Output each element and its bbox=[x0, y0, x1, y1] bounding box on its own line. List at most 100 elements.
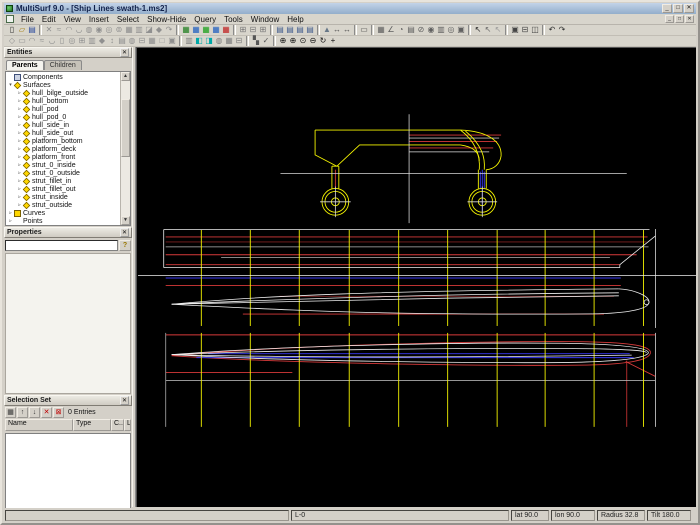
tool-shade-button[interactable]: ◪ bbox=[144, 25, 154, 35]
mass-props-button[interactable]: ▲ bbox=[317, 25, 332, 35]
divide-3-button[interactable]: ⊞ bbox=[258, 25, 268, 35]
distance-button[interactable]: ↔ bbox=[332, 25, 342, 35]
tree-scrollbar[interactable]: ▲ ▼ bbox=[120, 72, 130, 225]
tree-item-hull_bottom[interactable]: ▹ hull_bottom bbox=[6, 97, 120, 105]
tool-arc2-button[interactable]: ◡ bbox=[74, 25, 84, 35]
measure-4-button[interactable]: ▤ bbox=[406, 25, 416, 35]
hide-1-button[interactable]: ▥ bbox=[179, 36, 194, 46]
minimize-button[interactable]: _ bbox=[662, 4, 672, 13]
menu-item[interactable]: Edit bbox=[38, 15, 60, 24]
edit-4-button[interactable]: ≈ bbox=[37, 36, 47, 46]
edit-8-button[interactable]: ⊞ bbox=[77, 36, 87, 46]
edit-2-button[interactable]: ▭ bbox=[17, 36, 27, 46]
zoom-all-button[interactable]: ⊙ bbox=[298, 36, 308, 46]
measure-7-button[interactable]: ▥ bbox=[436, 25, 446, 35]
edit-12-button[interactable]: ▤ bbox=[117, 36, 127, 46]
menu-item[interactable]: Select bbox=[113, 15, 143, 24]
edit-14-button[interactable]: ⊟ bbox=[137, 36, 147, 46]
undo-button[interactable]: ↶ bbox=[542, 25, 557, 35]
remove-button[interactable]: ✕ bbox=[41, 407, 52, 418]
show-points-button[interactable]: ◍ bbox=[214, 36, 224, 46]
menu-item[interactable]: Window bbox=[247, 15, 283, 24]
view-2-button[interactable]: ▦ bbox=[191, 25, 201, 35]
menu-item[interactable]: View bbox=[60, 15, 85, 24]
save-file-button[interactable]: ▤ bbox=[27, 25, 37, 35]
tool-snap-button[interactable]: ⊚ bbox=[114, 25, 124, 35]
select-all-button[interactable]: ↖ bbox=[493, 25, 503, 35]
tab-parents[interactable]: Parents bbox=[6, 60, 44, 70]
show-curves-button[interactable]: ◨ bbox=[204, 36, 214, 46]
cascade-button[interactable]: ▣ bbox=[505, 25, 520, 35]
tool-arc-button[interactable]: ◠ bbox=[64, 25, 74, 35]
divide-1-button[interactable]: ⊞ bbox=[233, 25, 248, 35]
view-4-button[interactable]: ▦ bbox=[211, 25, 221, 35]
check-model-button[interactable]: ✓ bbox=[261, 36, 271, 46]
tool-circle-button[interactable]: ◎ bbox=[104, 25, 114, 35]
tree-item-hull_side_in[interactable]: ▹ hull_side_in bbox=[6, 121, 120, 129]
tree-item-hull_side_out[interactable]: ▹ hull_side_out bbox=[6, 129, 120, 137]
view-5-button[interactable]: ▦ bbox=[221, 25, 231, 35]
scroll-up-icon[interactable]: ▲ bbox=[121, 72, 130, 81]
entities-close-icon[interactable]: ✕ bbox=[120, 48, 129, 57]
tool-solid-button[interactable]: ◆ bbox=[154, 25, 164, 35]
mdi-restore-button[interactable]: □ bbox=[675, 15, 684, 23]
menu-item[interactable]: Tools bbox=[220, 15, 247, 24]
redo-button[interactable]: ↷ bbox=[557, 25, 567, 35]
edit-13-button[interactable]: ◍ bbox=[127, 36, 137, 46]
tab-children[interactable]: Children bbox=[43, 60, 82, 70]
column-header-name[interactable]: Name bbox=[5, 419, 73, 431]
open-file-button[interactable]: ▱ bbox=[17, 25, 27, 35]
move-down-button[interactable]: ↓ bbox=[29, 407, 40, 418]
edit-11-button[interactable]: ↕ bbox=[107, 36, 117, 46]
tree-item-curves[interactable]: ▹ Curves bbox=[6, 209, 120, 217]
tree-item-platform_front[interactable]: ▹ platform_front bbox=[6, 153, 120, 161]
move-up-button[interactable]: ↑ bbox=[17, 407, 28, 418]
edit-6-button[interactable]: ▯ bbox=[57, 36, 67, 46]
menu-item[interactable]: File bbox=[17, 15, 38, 24]
view-1-button[interactable]: ▦ bbox=[176, 25, 191, 35]
measure-3-button[interactable]: ◔ bbox=[396, 25, 406, 35]
clear-all-button[interactable]: ⊠ bbox=[53, 407, 64, 418]
edit-3-button[interactable]: ◠ bbox=[27, 36, 37, 46]
list-3-button[interactable]: ▤ bbox=[295, 25, 305, 35]
edit-9-button[interactable]: ▥ bbox=[87, 36, 97, 46]
menu-item[interactable]: Show-Hide bbox=[143, 15, 190, 24]
edit-16-button[interactable]: □ bbox=[157, 36, 167, 46]
tree-item-strut_fillet_out[interactable]: ▹ strut_fillet_out bbox=[6, 185, 120, 193]
measure-1-button[interactable]: ▦ bbox=[371, 25, 386, 35]
properties-entity-field[interactable] bbox=[5, 240, 118, 251]
tree-item-strut_inside[interactable]: ▹ strut_inside bbox=[6, 193, 120, 201]
select-poly-button[interactable]: ↖ bbox=[483, 25, 493, 35]
curvature-button[interactable]: ▭ bbox=[354, 25, 369, 35]
zoom-out-button[interactable]: ⊖ bbox=[308, 36, 318, 46]
tool-delete-button[interactable]: ✕ bbox=[39, 25, 54, 35]
scroll-thumb[interactable] bbox=[121, 99, 130, 157]
show-labels-button[interactable]: ▦ bbox=[224, 36, 234, 46]
edit-7-button[interactable]: ◎ bbox=[67, 36, 77, 46]
tool-ring-button[interactable]: ◉ bbox=[94, 25, 104, 35]
tree-item-hull_bilge_outside[interactable]: ▹ hull_bilge_outside bbox=[6, 89, 120, 97]
properties-close-icon[interactable]: ✕ bbox=[120, 228, 129, 237]
edit-17-button[interactable]: ▣ bbox=[167, 36, 177, 46]
column-header-type[interactable]: Type bbox=[73, 419, 111, 431]
list-1-button[interactable]: ▤ bbox=[270, 25, 285, 35]
rotate-view-button[interactable]: ↻ bbox=[318, 36, 328, 46]
tool-surface-button[interactable]: ▦ bbox=[124, 25, 134, 35]
tree-item-platform_bottom[interactable]: ▹ platform_bottom bbox=[6, 137, 120, 145]
tree-item-hull_pod[interactable]: ▹ hull_pod bbox=[6, 105, 120, 113]
tile-vertical-button[interactable]: ◫ bbox=[530, 25, 540, 35]
show-surfaces-button[interactable]: ◧ bbox=[194, 36, 204, 46]
new-file-button[interactable]: ▯ bbox=[7, 25, 17, 35]
mdi-minimize-button[interactable]: _ bbox=[665, 15, 674, 23]
tree-item-strut_0_inside[interactable]: ▹ strut_0_inside bbox=[6, 161, 120, 169]
properties-help-button[interactable]: ? bbox=[119, 240, 131, 251]
select-arrow-button[interactable]: ↖ bbox=[468, 25, 483, 35]
view-3-button[interactable]: ▦ bbox=[201, 25, 211, 35]
divide-2-button[interactable]: ⊟ bbox=[248, 25, 258, 35]
tool-sweep-button[interactable]: ↷ bbox=[164, 25, 174, 35]
drawing-canvas[interactable] bbox=[136, 47, 696, 507]
menu-item[interactable]: Query bbox=[190, 15, 220, 24]
offset-button[interactable]: ↔ bbox=[342, 25, 352, 35]
menu-item[interactable]: Help bbox=[283, 15, 307, 24]
scroll-down-icon[interactable]: ▼ bbox=[121, 216, 130, 225]
